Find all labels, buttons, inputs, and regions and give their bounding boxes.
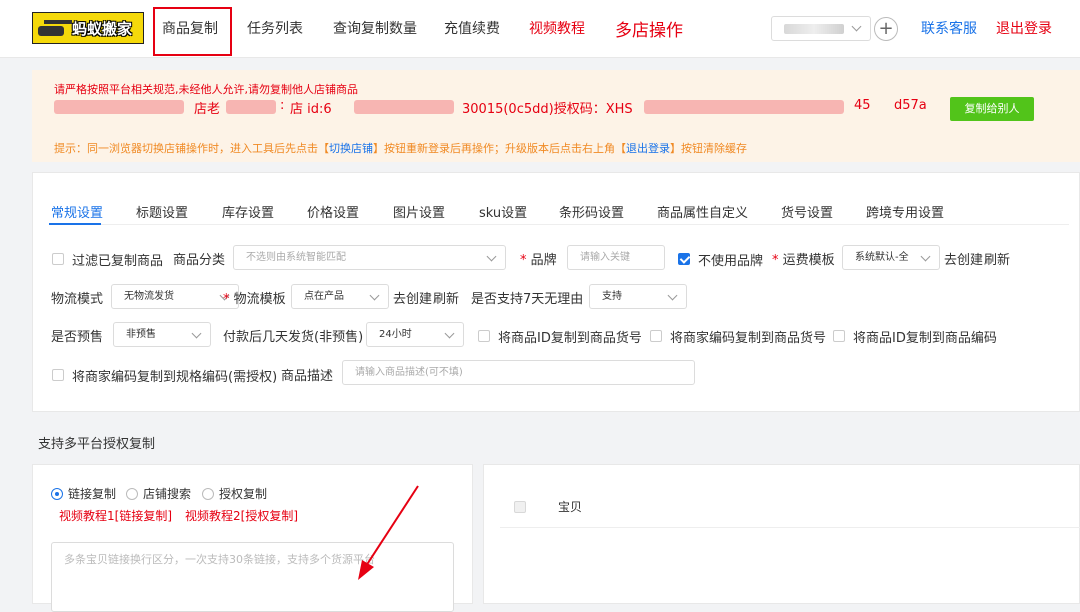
annotation-arrow-icon [358, 485, 419, 580]
